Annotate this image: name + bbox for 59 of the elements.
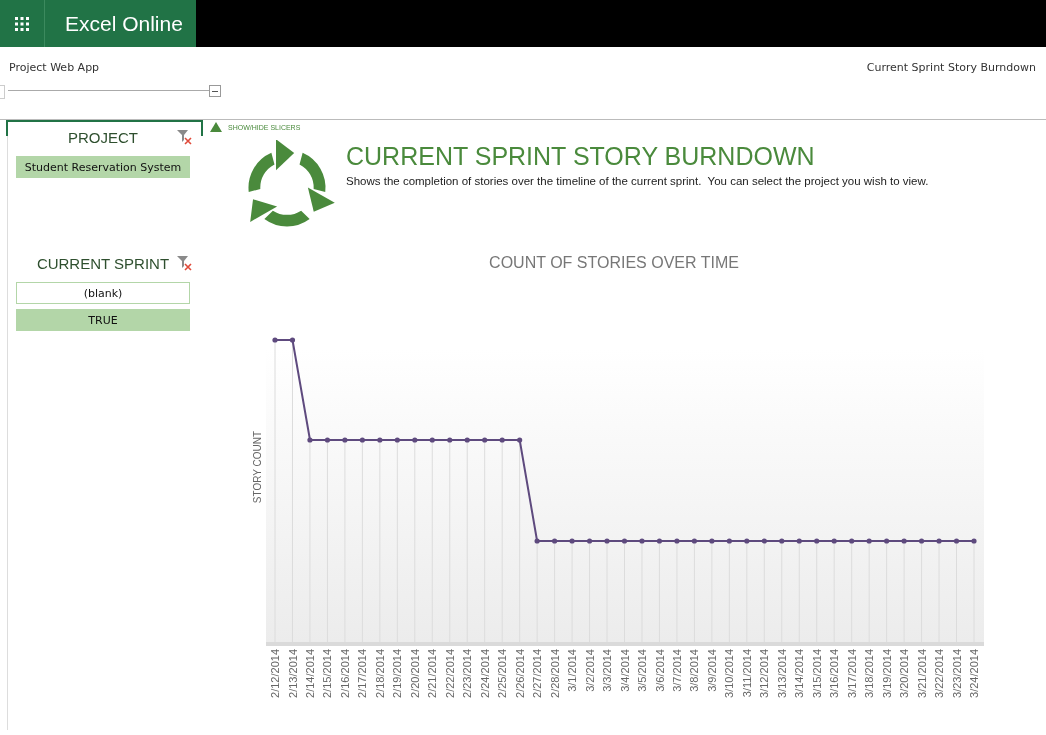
app-launcher-button[interactable]	[0, 0, 45, 47]
triangle-up-icon	[210, 122, 222, 132]
clear-filter-icon[interactable]	[176, 129, 192, 145]
axis-label: 3/19/2014	[880, 649, 893, 698]
slicer-item[interactable]: Student Reservation System	[16, 156, 190, 178]
axis-label: 2/24/2014	[478, 649, 491, 698]
axis-label: 3/24/2014	[968, 649, 980, 698]
axis-label: 2/18/2014	[373, 649, 386, 698]
axis-label: 3/12/2014	[758, 649, 771, 698]
axis-label: 3/16/2014	[828, 649, 841, 698]
chart-title: COUNT OF STORIES OVER TIME	[489, 254, 739, 271]
report-title: CURRENT SPRINT STORY BURNDOWN	[346, 142, 816, 171]
axis-label: 2/16/2014	[338, 649, 351, 698]
slicer-item[interactable]: TRUE	[16, 309, 190, 331]
slicer-title: PROJECT	[67, 128, 139, 146]
axis-label: 2/14/2014	[304, 649, 316, 698]
collapse-button[interactable]	[209, 85, 221, 97]
axis-title: STORY COUNT	[252, 430, 263, 504]
axis-label: 3/10/2014	[723, 649, 736, 698]
axis-label: 3/1/2014	[566, 649, 579, 692]
axis-label: 2/27/2014	[531, 649, 544, 698]
axis-label: 2/12/2014	[269, 649, 281, 698]
axis-label: 2/20/2014	[408, 649, 421, 698]
clear-filter-icon[interactable]	[176, 255, 192, 271]
page-title: Current Sprint Story Burndown	[866, 61, 1036, 76]
axis-label: 2/19/2014	[391, 649, 404, 698]
axis-label: 3/17/2014	[845, 649, 858, 698]
axis-label: 3/21/2014	[915, 649, 928, 698]
axis-label: 3/20/2014	[898, 649, 911, 698]
axis-label: 2/28/2014	[548, 649, 561, 698]
axis-label: 3/18/2014	[863, 649, 876, 698]
slicer-title: CURRENT SPRINT	[35, 254, 171, 272]
app-grid-icon	[15, 16, 29, 31]
report-description: Shows the completion of stories over the timeline of the current sprint. You can select the project you wish to view.	[346, 175, 929, 187]
axis-label: 3/14/2014	[793, 649, 806, 698]
axis-label: 3/23/2014	[950, 649, 963, 698]
axis-label: 3/15/2014	[810, 649, 823, 698]
axis-label: 2/13/2014	[286, 649, 299, 698]
axis-label: 2/22/2014	[443, 649, 456, 698]
axis-label: 2/26/2014	[513, 649, 526, 698]
slicer-item[interactable]: (blank)	[16, 282, 190, 304]
axis-label: 2/17/2014	[356, 649, 369, 698]
axis-label: 2/23/2014	[461, 649, 474, 698]
axis-label: 3/5/2014	[636, 649, 648, 692]
axis-label: 3/13/2014	[775, 649, 788, 698]
axis-label: 3/4/2014	[618, 649, 631, 692]
axis-label: 2/25/2014	[496, 649, 509, 698]
axis-label: 3/9/2014	[705, 649, 718, 692]
axis-label: 2/15/2014	[321, 649, 334, 698]
axis-label: 3/22/2014	[933, 649, 946, 698]
axis-label: 3/8/2014	[688, 649, 701, 692]
site-title: Project Web App	[9, 61, 100, 76]
axis-label: 3/2/2014	[583, 649, 596, 692]
app-title: Excel Online	[45, 0, 196, 47]
axis-label: 2/21/2014	[426, 649, 439, 698]
axis-label: 3/6/2014	[653, 649, 666, 692]
axis-label: 3/3/2014	[601, 649, 613, 692]
axis-label: 3/11/2014	[740, 649, 753, 698]
axis-label: 3/7/2014	[670, 649, 683, 692]
